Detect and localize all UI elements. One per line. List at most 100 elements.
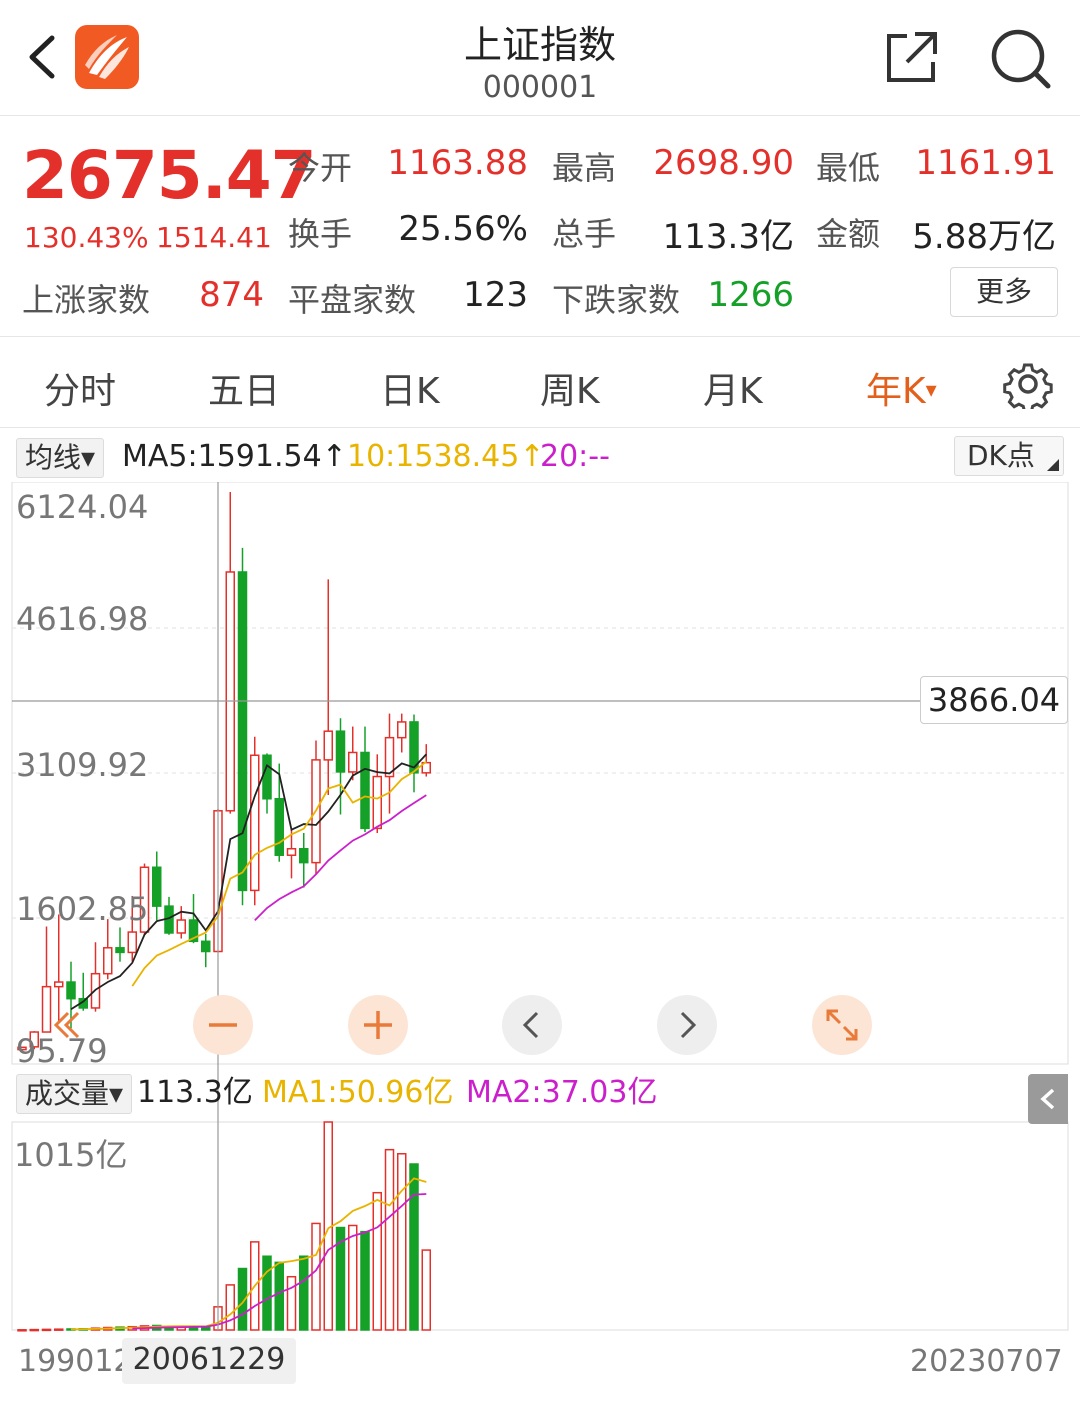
tab-yearly-k-label: 年K [866, 371, 926, 412]
quote-panel: 2675.47 130.43% 1514.41 今开 1163.88 最高 26… [0, 117, 1080, 337]
open-value: 1163.88 [387, 143, 528, 183]
candle-body [335, 730, 346, 773]
ma20-value: 20:-- [540, 439, 610, 474]
candle-body [201, 940, 211, 953]
candle-body [103, 947, 113, 975]
crosshair-date-tag: 20061229 [122, 1338, 296, 1384]
candle-body [360, 751, 370, 830]
candle-body [274, 798, 284, 856]
low-label: 最低 [816, 149, 881, 187]
change-percent: 130.43% [24, 221, 149, 254]
candle-body [115, 947, 125, 954]
volume-bar [225, 1284, 235, 1331]
candle-body [286, 847, 297, 856]
unchanged-value: 123 [463, 275, 528, 315]
kline-svg [11, 482, 1069, 1332]
x-end-date: 20230707 [910, 1344, 1063, 1379]
gear-icon[interactable] [1003, 359, 1053, 409]
volume-bar [17, 1329, 27, 1332]
candle-body [237, 571, 248, 892]
y-tick-label: 3109.92 [16, 746, 149, 784]
volume-bar [29, 1328, 39, 1332]
amount-value: 5.88万亿 [912, 217, 1056, 257]
candle-body [348, 751, 358, 773]
volume-ma1: MA1:50.96亿 [262, 1075, 454, 1110]
y-tick-label: 6124.04 [16, 488, 149, 526]
volume-bar [372, 1191, 382, 1331]
volume-max-label: 1015亿 [14, 1136, 128, 1174]
y-tick-label: 1602.85 [16, 890, 149, 928]
candle-body [127, 931, 137, 954]
candle-body [323, 730, 333, 761]
fullscreen-button[interactable] [812, 995, 872, 1055]
candle-body [299, 847, 309, 864]
decliners-label: 下跌家数 [552, 281, 681, 319]
x-start-date: 199012 [18, 1344, 133, 1379]
dk-point-button[interactable]: DK点 [954, 436, 1064, 476]
volume-bar [41, 1328, 52, 1332]
more-button[interactable]: 更多 [950, 267, 1058, 317]
plus-icon [364, 1011, 392, 1039]
tab-yearly-k[interactable]: 年K▾ [866, 362, 937, 414]
indicator-dropdown[interactable]: 均线▾ [16, 438, 105, 478]
top-bar: 上证指数 000001 [0, 0, 1080, 116]
tab-intraday[interactable]: 分时 [44, 362, 116, 414]
candle-body [225, 571, 235, 812]
tab-five-day[interactable]: 五日 [208, 362, 280, 414]
volume-bar [54, 1328, 64, 1331]
scroll-right-button[interactable] [657, 995, 717, 1055]
volume-pane-frame [11, 1121, 1069, 1331]
tab-weekly-k[interactable]: 周K [540, 362, 600, 414]
dk-point-label: DK点 [967, 439, 1035, 472]
ma-indicator-bar: 均线▾ MA5:1591.54↑ 10:1538.45↑ 20:-- DK点 [0, 434, 1080, 480]
volume-ma2: MA2:37.03亿 [466, 1075, 658, 1110]
crosshair-price-tag: 3866.04 [920, 676, 1068, 724]
tab-daily-k[interactable]: 日K [380, 362, 440, 414]
last-price: 2675.47 [22, 137, 317, 214]
amount-label: 金额 [816, 215, 881, 253]
minus-icon [209, 1023, 237, 1027]
volume-bar [286, 1275, 297, 1331]
volume-value: 113.3亿 [662, 217, 794, 257]
turnover-label: 换手 [288, 215, 353, 253]
volume-dropdown[interactable]: 成交量▾ [16, 1074, 133, 1114]
candle-body [152, 866, 162, 907]
ma5-value: MA5:1591.54↑ [122, 439, 347, 474]
search-icon[interactable] [990, 28, 1052, 90]
chevron-right-icon [680, 1011, 697, 1039]
collapse-panel-button[interactable] [1028, 1074, 1068, 1124]
scroll-left-button[interactable] [502, 995, 562, 1055]
volume-bar [421, 1249, 431, 1331]
ma10-value: 10:1538.45↑ [347, 439, 545, 474]
change-amount: 1514.41 [156, 221, 272, 254]
advancers-label: 上涨家数 [22, 281, 151, 319]
volume-bar [299, 1255, 309, 1331]
low-value: 1161.91 [915, 143, 1056, 183]
zoom-out-button[interactable] [193, 995, 253, 1055]
candle-body [54, 981, 64, 988]
share-icon[interactable] [885, 30, 939, 84]
zoom-in-button[interactable] [348, 995, 408, 1055]
volume-total: 113.3亿 [137, 1075, 253, 1110]
corner-triangle-icon [1047, 459, 1059, 471]
volume-bar [384, 1148, 395, 1331]
open-label: 今开 [288, 149, 353, 187]
chevron-left-icon [1040, 1088, 1055, 1110]
volume-bar [311, 1222, 321, 1331]
high-label: 最高 [552, 149, 617, 187]
chevron-down-icon: ▾ [925, 378, 937, 403]
candle-body [397, 721, 407, 739]
tab-monthly-k[interactable]: 月K [703, 362, 763, 414]
volume-bar [409, 1163, 419, 1331]
volume-bar [360, 1230, 370, 1331]
volume-bar [397, 1153, 407, 1331]
y-tick-label: 4616.98 [16, 600, 149, 638]
rewind-button[interactable] [34, 995, 94, 1055]
chevron-left-icon [522, 1011, 539, 1039]
volume-bar [274, 1261, 284, 1331]
candle-body [250, 754, 260, 892]
high-value: 2698.90 [653, 143, 794, 183]
double-chevron-left-icon [53, 1011, 80, 1039]
candle-body [372, 775, 382, 830]
kline-chart[interactable]: 6124.04 4616.98 3109.92 1602.85 95.79 38… [0, 482, 1080, 1401]
